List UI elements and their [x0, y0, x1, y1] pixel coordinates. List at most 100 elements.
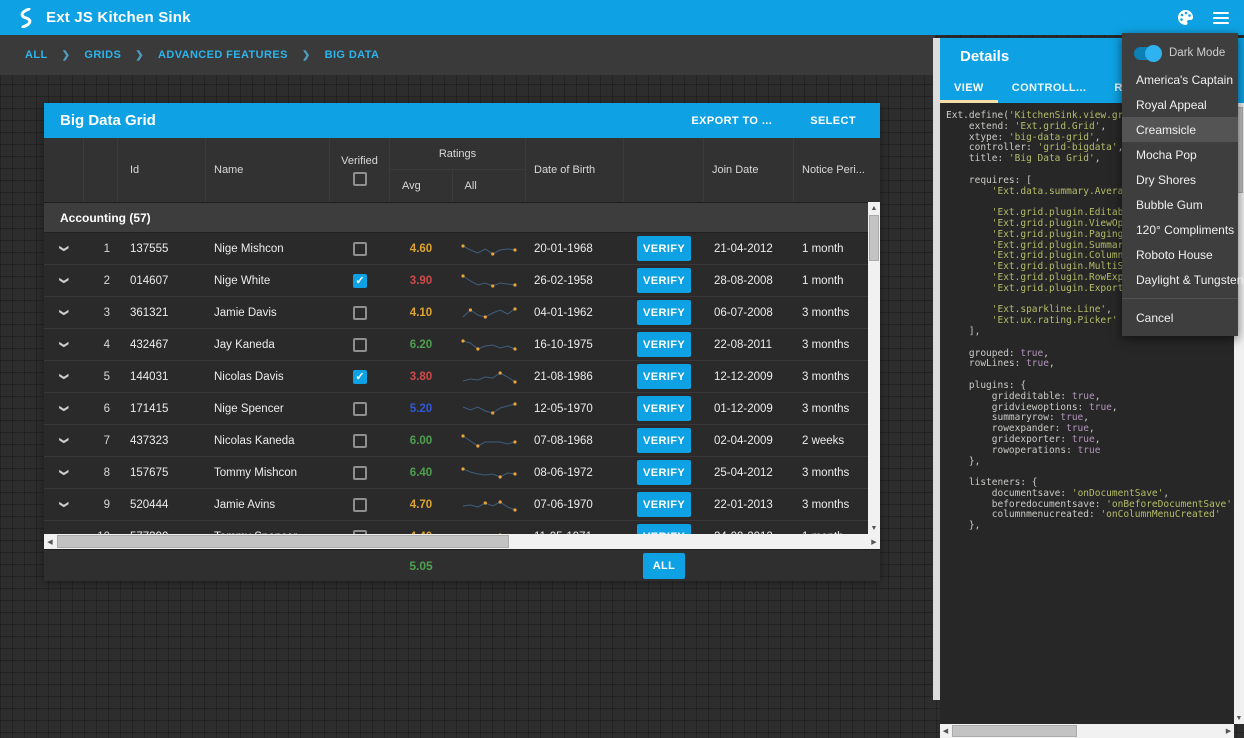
verified-checkbox[interactable]: [353, 242, 367, 256]
verified-checkbox[interactable]: [353, 306, 367, 320]
verify-button[interactable]: VERIFY: [637, 332, 691, 357]
menu-item-bubble-gum[interactable]: Bubble Gum: [1122, 192, 1238, 217]
column-header-all[interactable]: All: [452, 170, 525, 202]
tab-controll[interactable]: CONTROLL...: [998, 82, 1101, 103]
table-row[interactable]: ❯8157675Tommy Mishcon6.4008-06-1972VERIF…: [44, 457, 880, 489]
menu-separator: [1122, 298, 1238, 299]
breadcrumb-item-all[interactable]: ALL: [25, 49, 48, 61]
table-row[interactable]: ❯5144031Nicolas Davis✓3.8021-08-1986VERI…: [44, 361, 880, 393]
verified-checkbox[interactable]: [353, 498, 367, 512]
code-scroll-down-arrow-icon[interactable]: ▼: [1234, 712, 1244, 724]
column-header-ratings-group[interactable]: Ratings Avg All: [390, 138, 526, 202]
dark-mode-toggle[interactable]: [1134, 47, 1160, 60]
menu-item-mocha-pop[interactable]: Mocha Pop: [1122, 142, 1238, 167]
menu-item-120-compliments[interactable]: 120° Compliments: [1122, 217, 1238, 242]
code-scroll-right-arrow-icon[interactable]: ▶: [1223, 724, 1234, 738]
column-header-dob[interactable]: Date of Birth: [526, 138, 624, 202]
table-row[interactable]: ❯1137555Nige Mishcon4.6020-01-1968VERIFY…: [44, 233, 880, 265]
avg-rating-value: 6.20: [410, 339, 432, 351]
code-scroll-left-arrow-icon[interactable]: ◀: [940, 724, 951, 738]
sparkline-chart-icon: [460, 336, 518, 354]
verified-checkbox[interactable]: ✓: [353, 370, 367, 384]
panel-splitter[interactable]: [933, 38, 940, 700]
select-button[interactable]: SELECT: [810, 115, 856, 127]
sparkline-chart-icon: [460, 400, 518, 418]
table-row[interactable]: ❯10577390Tommy Spencer4.4011-05-1971VERI…: [44, 521, 880, 535]
column-header-notice-period[interactable]: Notice Peri...: [794, 138, 868, 202]
scroll-up-arrow-icon[interactable]: ▲: [868, 202, 880, 214]
verify-button[interactable]: VERIFY: [637, 396, 691, 421]
table-row[interactable]: ❯4432467Jay Kaneda6.2016-10-1975VERIFY22…: [44, 329, 880, 361]
verify-all-button[interactable]: ALL: [643, 553, 685, 579]
table-row[interactable]: ❯3361321Jamie Davis4.1004-01-1962VERIFY0…: [44, 297, 880, 329]
column-header-id[interactable]: Id: [118, 138, 206, 202]
column-header-join-date[interactable]: Join Date: [704, 138, 794, 202]
verify-button[interactable]: VERIFY: [637, 460, 691, 485]
tab-view[interactable]: VIEW: [940, 82, 998, 103]
row-expander-icon[interactable]: ❯: [58, 501, 69, 509]
menu-item-dry-shores[interactable]: Dry Shores: [1122, 167, 1238, 192]
verified-header-checkbox[interactable]: [353, 172, 367, 186]
ratings-sparkline: [452, 457, 526, 488]
scroll-down-arrow-icon[interactable]: ▼: [868, 522, 880, 534]
breadcrumb-item-advanced-features[interactable]: ADVANCED FEATURES: [158, 49, 288, 61]
menu-item-daylight-tungsten[interactable]: Daylight & Tungsten: [1122, 267, 1238, 292]
row-expander-icon[interactable]: ❯: [58, 309, 69, 317]
menu-item-america-s-captain[interactable]: America's Captain: [1122, 67, 1238, 92]
row-expander-icon[interactable]: ❯: [58, 341, 69, 349]
column-header-avg[interactable]: Avg: [390, 170, 452, 202]
notice-period-cell: 3 months: [794, 361, 868, 392]
verify-button[interactable]: VERIFY: [637, 492, 691, 517]
verify-button[interactable]: VERIFY: [637, 428, 691, 453]
column-header-verified[interactable]: Verified: [330, 138, 390, 202]
verified-checkbox[interactable]: [353, 338, 367, 352]
menu-item-cancel[interactable]: Cancel: [1122, 305, 1238, 330]
verified-checkbox[interactable]: ✓: [353, 274, 367, 288]
menu-item-royal-appeal[interactable]: Royal Appeal: [1122, 92, 1238, 117]
id-cell: 157675: [118, 457, 206, 488]
breadcrumb-item-grids[interactable]: GRIDS: [84, 49, 121, 61]
row-expander-icon[interactable]: ❯: [58, 437, 69, 445]
row-expander-icon[interactable]: ❯: [58, 373, 69, 381]
id-cell: 014607: [118, 265, 206, 296]
group-header-row[interactable]: Accounting (57): [44, 203, 880, 233]
notice-period-cell: 1 month: [794, 265, 868, 296]
code-horizontal-scrollbar[interactable]: ◀ ▶: [940, 724, 1234, 738]
verify-button[interactable]: VERIFY: [637, 364, 691, 389]
breadcrumb-item-big-data[interactable]: BIG DATA: [325, 49, 380, 61]
code-hscroll-thumb[interactable]: [952, 725, 1077, 737]
table-row[interactable]: ❯6171415Nige Spencer5.2012-05-1970VERIFY…: [44, 393, 880, 425]
table-row[interactable]: ❯2014607Nige White✓3.9026-02-1958VERIFY2…: [44, 265, 880, 297]
export-to-button[interactable]: EXPORT TO ...: [691, 115, 772, 127]
menu-item-creamsicle[interactable]: Creamsicle: [1122, 117, 1238, 142]
row-expander-icon[interactable]: ❯: [58, 245, 69, 253]
avg-rating-value: 6.00: [410, 435, 432, 447]
grid-vscroll-thumb[interactable]: [869, 215, 879, 261]
verify-button[interactable]: VERIFY: [637, 236, 691, 261]
table-row[interactable]: ❯9520444Jamie Avins4.7007-06-1970VERIFY2…: [44, 489, 880, 521]
verify-button[interactable]: VERIFY: [637, 300, 691, 325]
join-date-cell: 24-09-2012: [704, 521, 794, 535]
verified-checkbox[interactable]: [353, 402, 367, 416]
main-menu-button[interactable]: [1208, 5, 1234, 31]
scroll-right-arrow-icon[interactable]: ▶: [868, 534, 880, 549]
verified-checkbox[interactable]: [353, 434, 367, 448]
dark-mode-toggle-row[interactable]: Dark Mode: [1122, 39, 1238, 67]
theme-palette-button[interactable]: [1172, 5, 1198, 31]
scroll-left-arrow-icon[interactable]: ◀: [44, 534, 56, 549]
column-header-name[interactable]: Name: [206, 138, 330, 202]
grid-hscroll-thumb[interactable]: [57, 535, 509, 548]
notice-period-cell: 3 months: [794, 329, 868, 360]
grid-vertical-scrollbar[interactable]: ▲ ▼: [868, 202, 880, 534]
sparkline-chart-icon: [460, 304, 518, 322]
table-row[interactable]: ❯7437323Nicolas Kaneda6.0007-08-1968VERI…: [44, 425, 880, 457]
sparkline-chart-icon: [460, 464, 518, 482]
row-expander-icon[interactable]: ❯: [58, 405, 69, 413]
grid-horizontal-scrollbar[interactable]: ◀ ▶: [44, 534, 880, 549]
menu-item-roboto-house[interactable]: Roboto House: [1122, 242, 1238, 267]
notice-period-cell: 3 months: [794, 457, 868, 488]
row-expander-icon[interactable]: ❯: [58, 469, 69, 477]
verified-checkbox[interactable]: [353, 466, 367, 480]
verify-button[interactable]: VERIFY: [637, 268, 691, 293]
row-expander-icon[interactable]: ❯: [58, 277, 69, 285]
